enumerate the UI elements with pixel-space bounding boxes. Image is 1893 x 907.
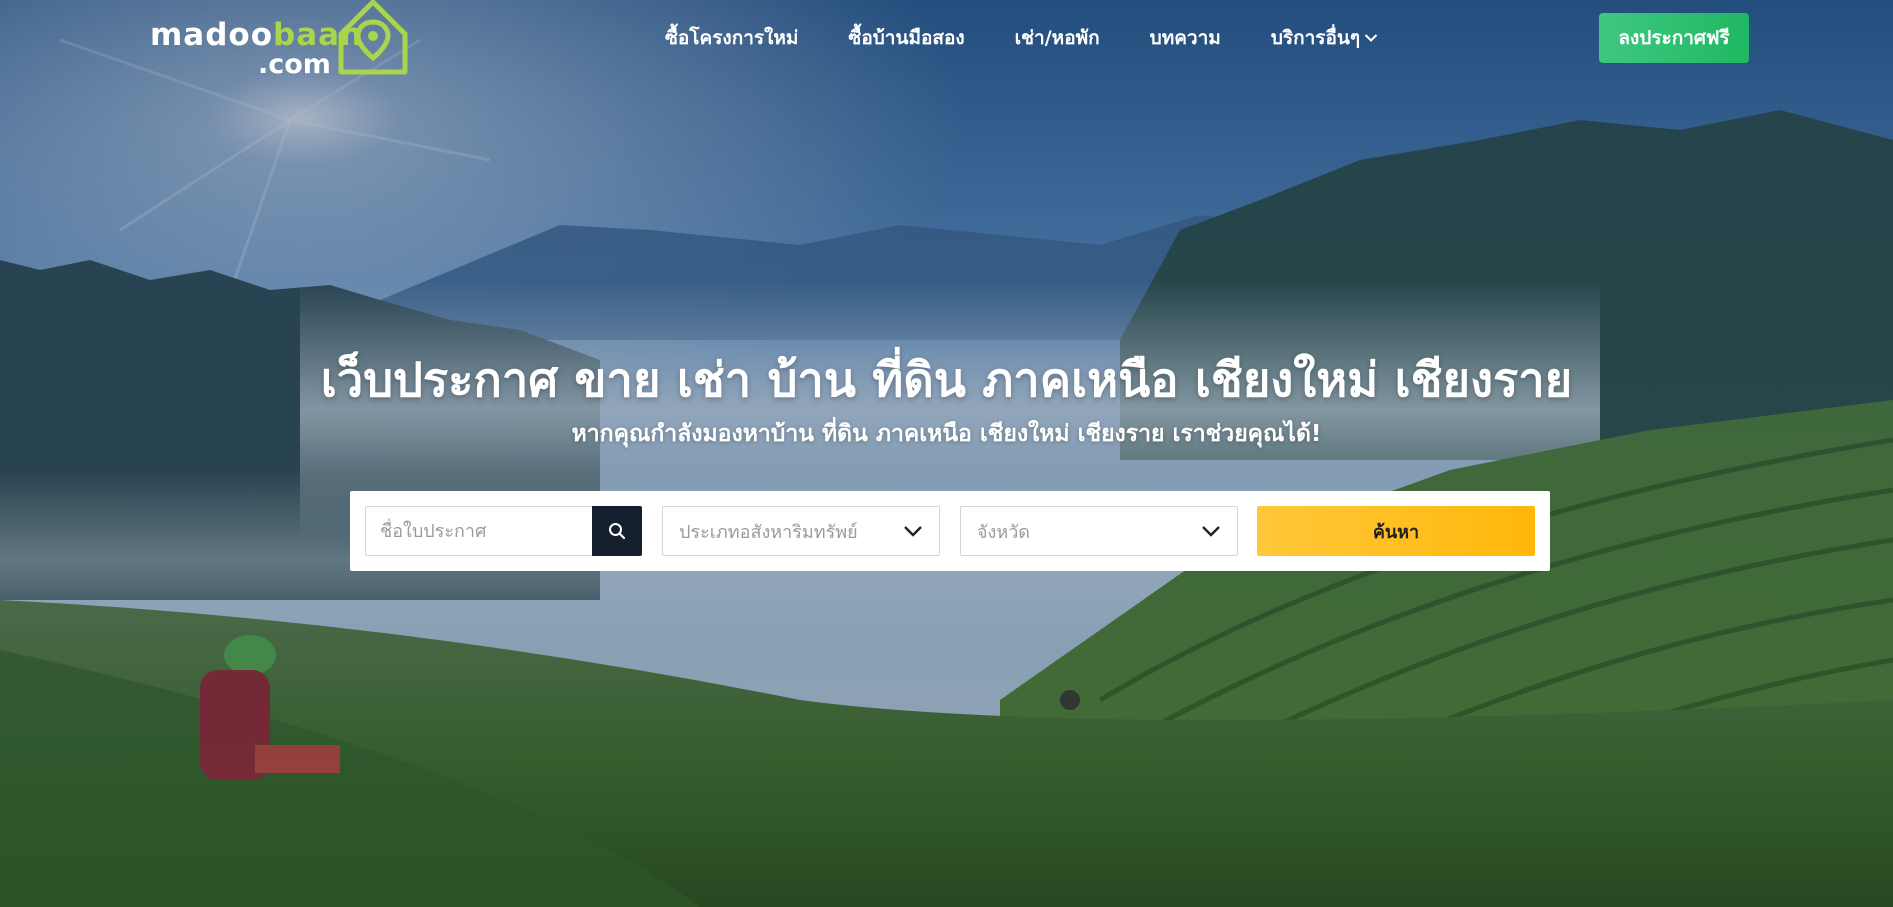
hero-overlay (0, 0, 1893, 907)
chevron-down-icon (1364, 34, 1378, 42)
province-select[interactable]: จังหวัด (960, 506, 1238, 556)
site-header: madoobaan .com ซื้อโครงการใหม่ ซื้อบ้านม… (0, 0, 1893, 80)
search-icon-button[interactable] (592, 506, 642, 556)
search-icon (609, 523, 626, 540)
listing-name-input[interactable] (366, 507, 606, 555)
nav-other-services-label: บริการอื่นๆ (1270, 27, 1361, 49)
search-submit-button[interactable]: ค้นหา (1257, 506, 1535, 556)
property-type-select[interactable]: ประเภทอสังหาริมทรัพย์ (662, 506, 940, 556)
post-free-button[interactable]: ลงประกาศฟรี (1599, 13, 1749, 63)
logo-wordmark: madoobaan .com (150, 17, 364, 80)
listing-name-field[interactable] (365, 506, 606, 556)
province-placeholder: จังหวัด (977, 521, 1030, 543)
hero-title: เว็บประกาศ ขาย เช่า บ้าน ที่ดิน ภาคเหนือ… (320, 353, 1573, 408)
chevron-down-icon (1202, 526, 1220, 537)
house-pin-icon (338, 0, 408, 75)
hero-background (0, 0, 1893, 907)
nav-other-services[interactable]: บริการอื่นๆ (1246, 22, 1403, 54)
search-panel: ประเภทอสังหาริมทรัพย์ จังหวัด ค้นหา (350, 491, 1550, 571)
nav-new-projects[interactable]: ซื้อโครงการใหม่ (640, 22, 823, 54)
property-type-placeholder: ประเภทอสังหาริมทรัพย์ (679, 521, 858, 543)
nav-secondhand-homes[interactable]: ซื้อบ้านมือสอง (823, 22, 989, 54)
hero-subtitle: หากคุณกำลังมองหาบ้าน ที่ดิน ภาคเหนือ เชี… (571, 421, 1322, 447)
main-nav: ซื้อโครงการใหม่ ซื้อบ้านมือสอง เช่า/หอพั… (640, 22, 1403, 54)
chevron-down-icon (904, 526, 922, 537)
brand-logo[interactable]: madoobaan .com (150, 0, 410, 80)
nav-rent-dorm[interactable]: เช่า/หอพัก (990, 22, 1125, 54)
nav-articles[interactable]: บทความ (1125, 22, 1246, 54)
